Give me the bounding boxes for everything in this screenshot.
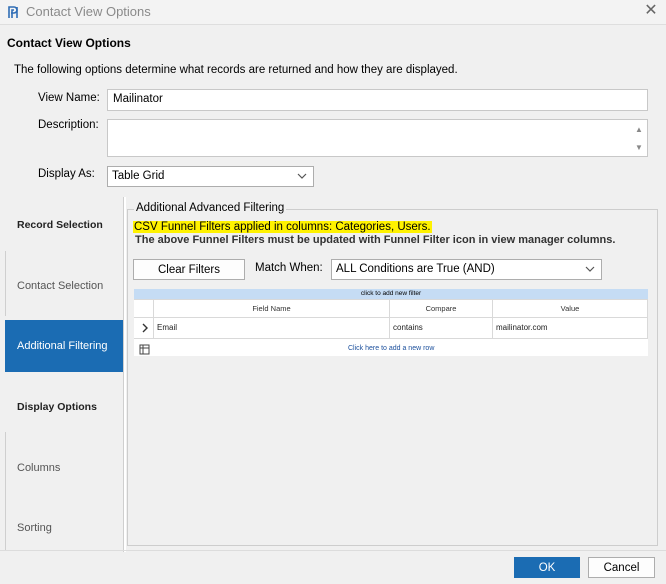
window-title: Contact View Options <box>26 4 151 19</box>
nav-item-sorting[interactable]: Sorting <box>5 522 123 534</box>
nav-header-display-options: Display Options <box>17 401 97 413</box>
view-name-label: View Name: <box>38 92 100 104</box>
cell-value[interactable]: mailinator.com <box>492 318 648 338</box>
table-row[interactable]: Email contains mailinator.com <box>134 318 648 339</box>
chevron-down-icon <box>585 266 595 272</box>
match-when-select[interactable]: ALL Conditions are True (AND) <box>331 259 602 280</box>
display-as-select[interactable]: Table Grid <box>107 166 314 187</box>
display-as-value: Table Grid <box>112 170 165 182</box>
funnel-filter-warning: The above Funnel Filters must be updated… <box>135 234 616 246</box>
match-when-value: ALL Conditions are True (AND) <box>336 263 495 275</box>
display-as-label: Display As: <box>38 168 95 180</box>
cancel-button[interactable]: Cancel <box>588 557 655 578</box>
cell-field-name[interactable]: Email <box>153 318 389 338</box>
chevron-down-icon <box>297 173 307 179</box>
intro-text: The following options determine what rec… <box>14 64 458 76</box>
nav-item-columns[interactable]: Columns <box>5 462 123 474</box>
nav-header-record-selection: Record Selection <box>17 219 103 231</box>
panel-divider <box>123 197 126 552</box>
grid-column-headers: Field Name Compare Value <box>134 299 648 318</box>
column-header-field-name[interactable]: Field Name <box>153 300 389 318</box>
scroll-up-icon[interactable]: ▲ <box>634 125 644 134</box>
nav-item-additional-filtering[interactable]: Additional Filtering <box>5 320 123 372</box>
dialog-heading: Contact View Options <box>7 36 131 50</box>
row-selector-icon <box>142 323 148 333</box>
scroll-down-icon[interactable]: ▼ <box>634 143 644 152</box>
close-icon[interactable]: ✕ <box>642 2 660 20</box>
add-row-icon[interactable] <box>139 344 150 355</box>
column-header-compare[interactable]: Compare <box>389 300 492 318</box>
add-new-row-link[interactable]: Click here to add a new row <box>348 345 434 352</box>
app-logo-icon <box>8 6 18 18</box>
description-input[interactable]: ▲ ▼ <box>107 119 648 157</box>
cell-compare[interactable]: contains <box>389 318 492 338</box>
group-title: Additional Advanced Filtering <box>134 202 287 214</box>
column-header-value[interactable]: Value <box>492 300 648 318</box>
add-filter-bar[interactable]: click to add new filter <box>134 289 648 299</box>
funnel-filter-notice: CSV Funnel Filters applied in columns: C… <box>133 221 432 233</box>
view-name-input[interactable]: Mailinator <box>107 89 648 111</box>
ok-button[interactable]: OK <box>514 557 580 578</box>
description-label: Description: <box>38 119 99 131</box>
filter-grid: click to add new filter Field Name Compa… <box>134 289 648 356</box>
title-bar: Contact View Options ✕ <box>0 0 666 25</box>
match-when-label: Match When: <box>255 262 323 274</box>
clear-filters-button[interactable]: Clear Filters <box>133 259 245 280</box>
nav-item-contact-selection[interactable]: Contact Selection <box>5 280 123 292</box>
bottom-separator <box>0 550 666 551</box>
